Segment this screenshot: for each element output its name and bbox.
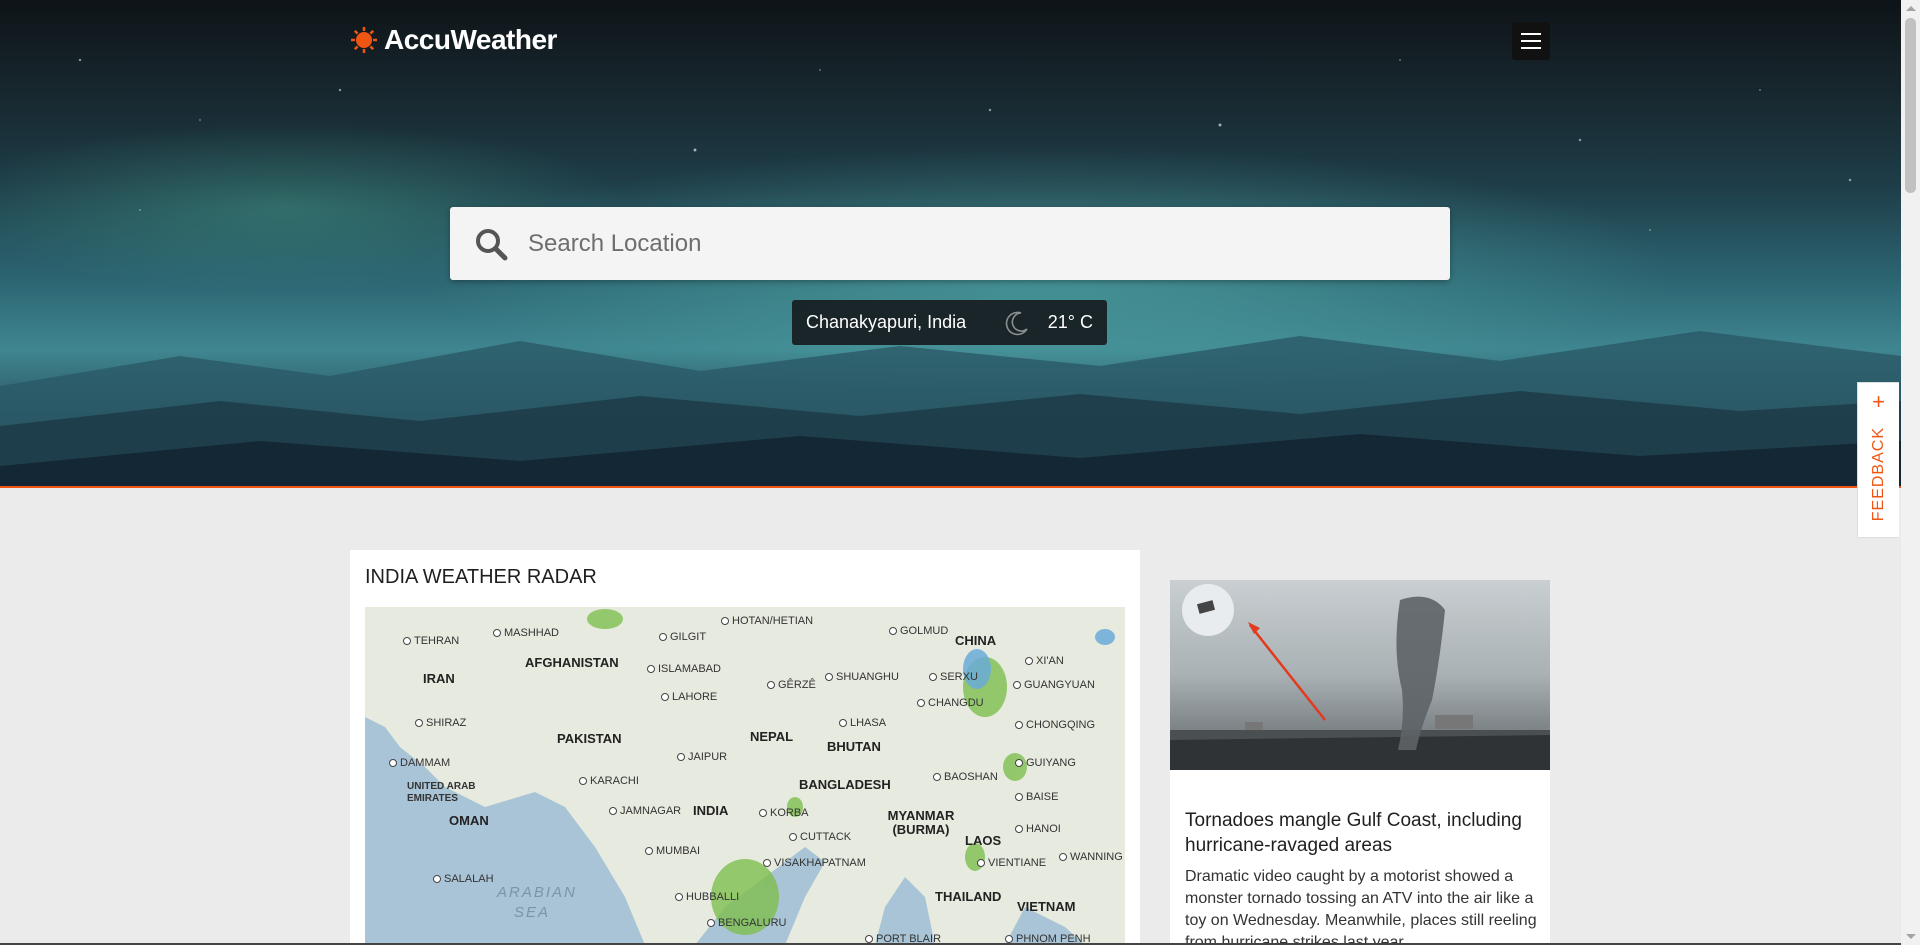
map-city-label: GILGIT [659,631,706,643]
hamburger-menu-button[interactable] [1512,22,1550,60]
map-city-label: VIENTIANE [977,857,1046,869]
map-city-label: GÊRZÊ [767,679,816,691]
map-sea-label: ARABIAN SEA [497,884,577,921]
recent-location-chip[interactable]: Chanakyapuri, India 21° C [792,300,1107,345]
search-bar[interactable] [450,207,1450,280]
radar-map-base [365,609,1115,945]
map-city-label: BAOSHAN [933,771,998,783]
map-country-label: OMAN [449,813,489,828]
search-location-input[interactable] [528,229,1408,258]
map-city-label: CHANGDU [917,697,984,709]
recent-location-name: Chanakyapuri, India [806,312,967,332]
radar-card[interactable]: INDIA WEATHER RADAR TEHRAN MASHHAD SHIRA [350,550,1140,945]
map-city-label: VISAKHAPATNAM [763,857,866,869]
map-country-label: UNITED ARAB EMIRATES [407,781,476,804]
menu-bar [1521,40,1541,42]
menu-bar [1521,33,1541,35]
news-headline[interactable]: Tornadoes mangle Gulf Coast, including h… [1185,808,1540,858]
map-city-label: DAMMAM [389,757,450,769]
feedback-label: FEEDBACK [1869,427,1887,522]
plus-icon: + [1872,389,1885,414]
page-scrollbar[interactable] [1901,0,1920,945]
map-country-label: MYANMAR (BURMA) [887,808,955,837]
scrollbar-thumb[interactable] [1905,18,1916,193]
map-city-label: SHUANGHU [825,671,899,683]
map-city-label: MUMBAI [645,845,700,857]
map-city-label: KARACHI [579,775,639,787]
map-city-label: HANOI [1015,823,1061,835]
map-country-label: INDIA [693,803,729,818]
map-country-label: CHINA [955,633,997,648]
brand-name: AccuWeather [384,24,557,55]
moon-icon [1005,311,1028,335]
news-card[interactable]: Tornadoes mangle Gulf Coast, including h… [1170,580,1550,945]
map-city-label: CHONGQING [1015,719,1095,731]
map-city-label: LHASA [839,717,886,729]
map-city-label: SHIRAZ [415,717,466,729]
map-city-label: GUIYANG [1015,757,1076,769]
map-city-label: GUANGYUAN [1013,679,1095,691]
menu-bar [1521,47,1541,49]
accuweather-logo[interactable]: AccuWeather [350,24,557,56]
sun-logo-icon [351,27,377,53]
map-country-label: THAILAND [935,889,1002,904]
scroll-down-arrow-icon[interactable] [1906,934,1916,939]
map-city-label: ISLAMABAD [647,663,721,675]
map-country-label: BHUTAN [827,739,881,754]
feedback-tab[interactable]: + FEEDBACK [1857,382,1899,538]
map-city-label: XI'AN [1025,655,1064,667]
map-city-label: GOLMUD [889,625,948,637]
search-icon [476,228,508,260]
map-country-label: IRAN [423,671,455,686]
radar-map[interactable]: TEHRAN MASHHAD SHIRAZ DAMMAM KARACHI LAH… [365,607,1125,945]
map-city-label: SALALAH [433,873,494,885]
map-country-label: LAOS [965,833,1002,848]
map-country-label: BANGLADESH [799,777,891,792]
radar-title: INDIA WEATHER RADAR [365,566,597,588]
map-city-label: MASHHAD [493,627,559,639]
map-country-label: VIETNAM [1017,899,1076,914]
tornado-image [1170,584,1550,770]
map-country-label: PAKISTAN [557,731,622,746]
map-city-label: CUTTACK [789,831,851,843]
map-country-label: NEPAL [750,729,794,744]
map-city-label: LAHORE [661,691,717,703]
news-thumbnail[interactable] [1170,580,1550,770]
map-country-label: AFGHANISTAN [525,655,619,670]
map-city-label: HUBBALLI [675,891,739,903]
map-city-label: BENGALURU [707,917,786,929]
news-summary: Dramatic video caught by a motorist show… [1185,868,1537,945]
map-city-label: WANNING [1059,851,1123,863]
hero-banner: AccuWeather Chanakyapuri, India 21° C [0,0,1901,488]
map-city-label: BAISE [1015,791,1058,803]
map-city-label: SERXU [929,671,978,683]
map-city-label: JAMNAGAR [609,805,681,817]
scroll-up-arrow-icon[interactable] [1906,6,1916,11]
recent-location-temperature: 21° C [1047,312,1093,332]
map-city-label: TEHRAN [403,635,459,647]
map-city-label: HOTAN/HETIAN [721,615,813,627]
map-city-label: JAIPUR [677,751,727,763]
map-city-label: KORBA [759,807,809,819]
